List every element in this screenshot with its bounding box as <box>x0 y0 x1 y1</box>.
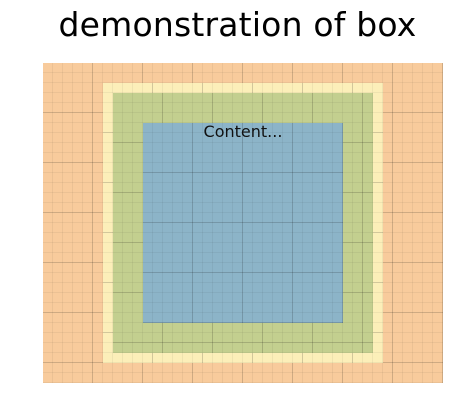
page-title: demonstration of box <box>58 5 417 44</box>
content-label: Content... <box>203 122 283 141</box>
content-area: Content... <box>143 123 343 323</box>
page: demonstration of box Content... <box>0 0 475 406</box>
